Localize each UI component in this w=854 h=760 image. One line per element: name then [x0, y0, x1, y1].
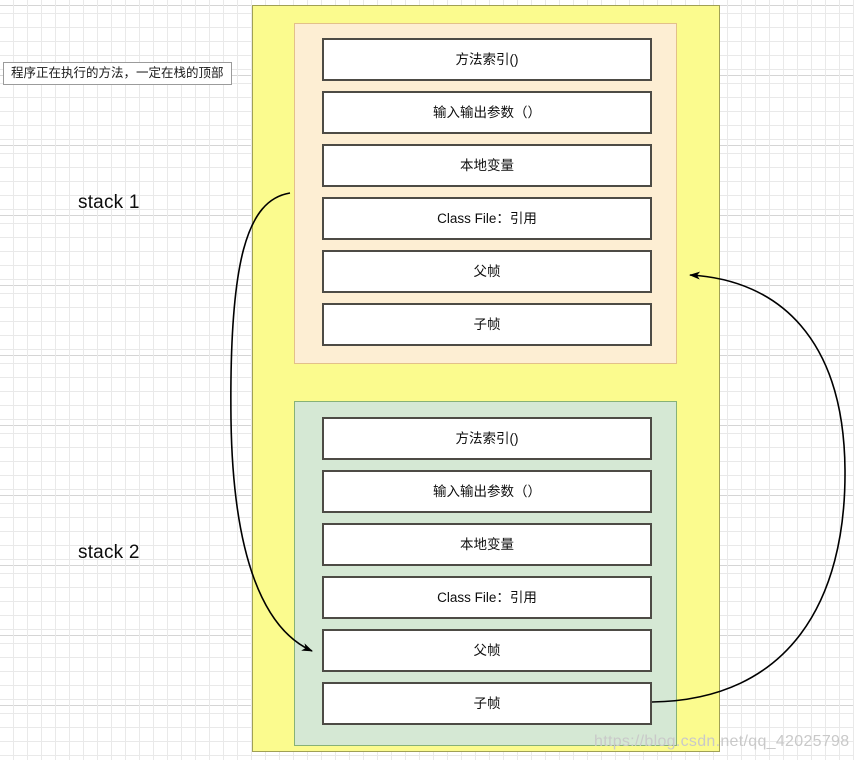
stack-2-frame-panel: 方法索引() 输入输出参数（） 本地变量 Class File：引用 父帧 子帧 [294, 401, 677, 746]
top-note-label: 程序正在执行的方法，一定在栈的顶部 [3, 62, 232, 86]
stack-1-frame-panel: 方法索引() 输入输出参数（） 本地变量 Class File：引用 父帧 子帧 [294, 23, 677, 364]
stack-1-box-class-file-reference[interactable]: Class File：引用 [322, 197, 652, 240]
stack-2-box-child-frame[interactable]: 子帧 [322, 682, 652, 725]
stack-1-box-io-parameters[interactable]: 输入输出参数（） [322, 91, 652, 134]
stack-1-box-method-index[interactable]: 方法索引() [322, 38, 652, 81]
stack-2-box-io-parameters[interactable]: 输入输出参数（） [322, 470, 652, 513]
watermark-text: https://blog.csdn.net/qq_42025798 [594, 733, 850, 750]
stack-2-box-class-file-reference[interactable]: Class File：引用 [322, 576, 652, 619]
stack-1-label: stack 1 [78, 192, 140, 213]
stack-2-box-parent-frame[interactable]: 父帧 [322, 629, 652, 672]
stack-container: 方法索引() 输入输出参数（） 本地变量 Class File：引用 父帧 子帧… [252, 5, 720, 752]
stack-1-box-parent-frame[interactable]: 父帧 [322, 250, 652, 293]
stack-2-box-local-variables[interactable]: 本地变量 [322, 523, 652, 566]
stack-2-label: stack 2 [78, 542, 140, 563]
stack-1-box-child-frame[interactable]: 子帧 [322, 303, 652, 346]
stack-1-box-local-variables[interactable]: 本地变量 [322, 144, 652, 187]
stack-2-box-method-index[interactable]: 方法索引() [322, 417, 652, 460]
